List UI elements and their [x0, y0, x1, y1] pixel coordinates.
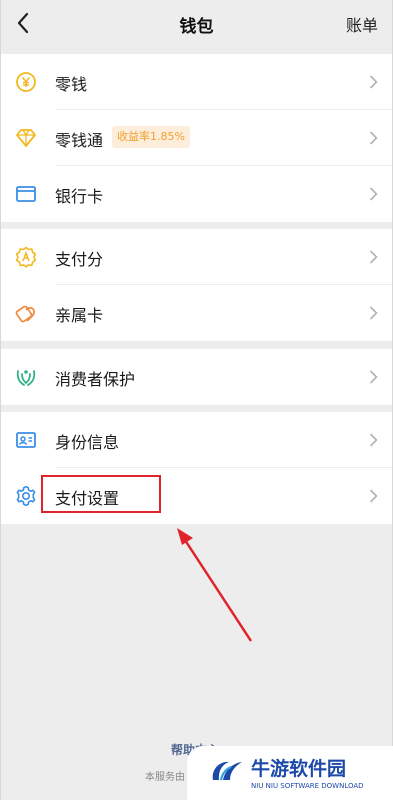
highlight-box	[41, 475, 161, 513]
service-provider-text: 本服务由	[145, 772, 185, 783]
chevron-right-icon	[369, 75, 378, 89]
card-icon	[16, 186, 36, 202]
menu-item-bank-card[interactable]: 银行卡	[1, 166, 392, 222]
chevron-right-icon	[369, 131, 378, 145]
watermark: 牛游软件园 NIU NIU SOFTWARE DOWNLOAD	[187, 746, 393, 800]
wallet-section-protection: 消费者保护	[1, 349, 392, 405]
menu-item-consumer-protection[interactable]: 消费者保护	[1, 349, 392, 405]
chevron-right-icon	[369, 187, 378, 201]
chevron-right-icon	[369, 370, 378, 384]
id-icon	[16, 432, 36, 448]
menu-item-family-card[interactable]: 亲属卡	[1, 285, 392, 341]
watermark-subtitle: NIU NIU SOFTWARE DOWNLOAD	[251, 782, 364, 790]
wallet-section-funds: 零钱 零钱通 收益率1.85% 银行卡	[1, 54, 392, 222]
menu-item-change[interactable]: 零钱	[1, 54, 392, 110]
watermark-title: 牛游软件园	[251, 758, 347, 780]
menu-item-identity-info[interactable]: 身份信息	[1, 412, 392, 468]
chevron-right-icon	[369, 433, 378, 447]
menu-item-label: 身份信息	[55, 433, 120, 452]
family-card-icon	[15, 305, 35, 323]
menu-item-label: 银行卡	[55, 187, 104, 206]
chevron-right-icon	[369, 489, 378, 503]
score-icon	[15, 246, 37, 268]
menu-item-change-plus[interactable]: 零钱通 收益率1.85%	[1, 110, 392, 166]
chevron-right-icon	[369, 306, 378, 320]
bill-button[interactable]: 账单	[346, 12, 378, 36]
menu-item-label: 亲属卡	[55, 306, 104, 325]
menu-item-label: 消费者保护	[55, 370, 136, 389]
gear-icon	[16, 486, 36, 506]
yield-rate-badge: 收益率1.85%	[112, 126, 190, 148]
chevron-right-icon	[369, 250, 378, 264]
page-title: 钱包	[179, 17, 214, 37]
wallet-section-services: 支付分 亲属卡	[1, 229, 392, 341]
annotation-arrow-icon	[177, 528, 253, 642]
top-bar: 钱包 账单	[1, 0, 392, 48]
menu-item-label: 零钱	[55, 75, 88, 94]
menu-item-pay-score[interactable]: 支付分	[1, 229, 392, 285]
menu-item-label: 支付分	[55, 250, 104, 269]
coin-icon	[16, 72, 36, 92]
protect-icon	[16, 370, 36, 386]
menu-item-label: 零钱通	[55, 131, 104, 150]
diamond-icon	[16, 129, 36, 147]
brand-logo-icon	[212, 761, 242, 781]
